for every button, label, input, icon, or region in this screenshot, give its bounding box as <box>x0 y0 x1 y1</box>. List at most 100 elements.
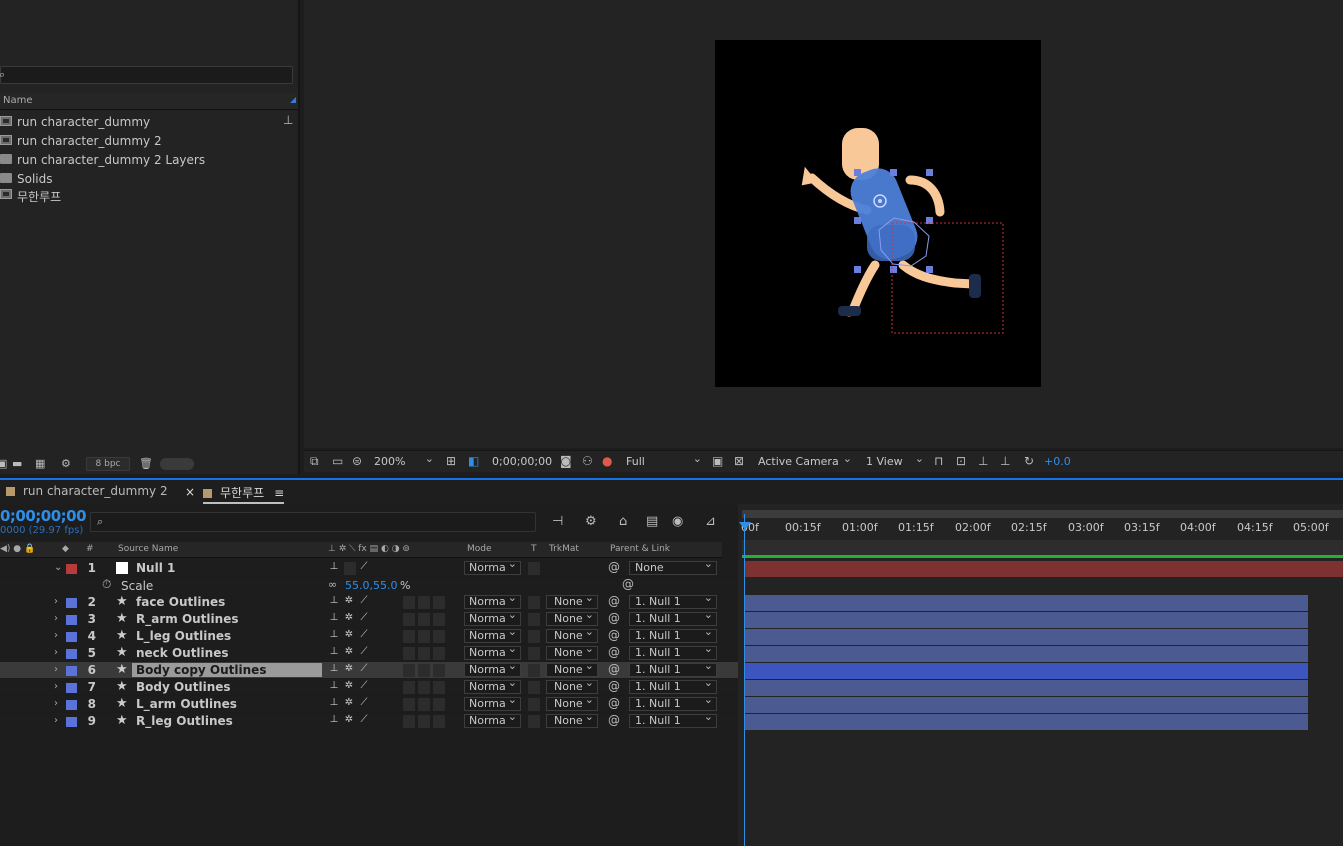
switch-box[interactable] <box>403 681 415 694</box>
parent-dropdown[interactable]: 1. Null 1 <box>629 643 717 660</box>
quality-icon[interactable]: ⟋ <box>357 697 371 711</box>
viewer-timecode[interactable]: 0;00;00;00 <box>492 454 552 470</box>
project-search-input[interactable]: ⌕ <box>0 66 293 84</box>
layer-duration-bar[interactable] <box>745 697 1308 713</box>
parent-dropdown[interactable]: 1. Null 1 <box>629 677 717 694</box>
work-area-bar[interactable] <box>742 510 1343 518</box>
pick-whip-icon[interactable]: @ <box>608 696 620 710</box>
vr-headset-icon[interactable]: ⊜ <box>352 454 362 470</box>
expression-pick-whip-icon[interactable]: @ <box>622 577 634 591</box>
shy-icon[interactable]: ⊥ <box>327 714 341 728</box>
tab-run-character-dummy-2[interactable]: run character_dummy 2 <box>6 484 168 502</box>
switch-box[interactable] <box>433 664 445 677</box>
property-row-scale[interactable]: ⏱ Scale ∞ 55.0,55.0 % @ <box>0 577 738 594</box>
switch-box[interactable] <box>403 698 415 711</box>
pick-whip-icon[interactable]: @ <box>608 594 620 608</box>
blend-mode-dropdown[interactable]: Norma <box>464 711 521 728</box>
layer-duration-bar[interactable] <box>745 680 1308 696</box>
collapse-icon[interactable]: ⌄ <box>54 562 62 573</box>
parent-dropdown[interactable]: 1. Null 1 <box>629 711 717 728</box>
layer-row[interactable]: ›8★L_arm Outlines⊥✲⟋NormaNone@1. Null 1 <box>0 694 738 713</box>
pick-whip-icon[interactable]: @ <box>608 628 620 642</box>
label-color-swatch[interactable] <box>66 649 77 659</box>
exposure-value[interactable]: +0.0 <box>1044 454 1071 470</box>
label-color-swatch[interactable] <box>66 615 77 625</box>
label-color-swatch[interactable] <box>66 683 77 693</box>
switch-box[interactable] <box>403 596 415 609</box>
label-color-swatch[interactable] <box>66 598 77 608</box>
track-matte-dropdown[interactable]: None <box>546 677 598 694</box>
collapse-transform-icon[interactable]: ✲ <box>342 646 356 660</box>
switch-box[interactable] <box>433 613 445 626</box>
scale-value[interactable]: 55.0,55.0 <box>345 579 397 592</box>
current-time-indicator[interactable] <box>744 514 745 846</box>
av-features-icon[interactable]: ◀) ● 🔒 <box>0 544 35 554</box>
track-matte-header[interactable]: TrkMat <box>549 544 579 554</box>
camera-dropdown[interactable]: Active Camera <box>758 451 854 470</box>
fit-icon[interactable]: ⊞ <box>446 454 456 470</box>
track-matte-dropdown[interactable]: None <box>546 609 598 626</box>
shy-icon[interactable]: ⊥ <box>327 680 341 694</box>
motion-blur-icon[interactable]: ◉ <box>672 514 683 529</box>
collapse-transform-icon[interactable]: ✲ <box>342 595 356 609</box>
blend-mode-dropdown[interactable]: Norma <box>464 660 521 677</box>
expand-icon[interactable]: › <box>54 698 58 709</box>
switch-box[interactable] <box>433 698 445 711</box>
parent-dropdown[interactable]: 1. Null 1 <box>629 609 717 626</box>
expand-icon[interactable]: › <box>54 613 58 624</box>
label-color-swatch[interactable] <box>66 700 77 710</box>
preserve-transparency-checkbox[interactable] <box>528 562 540 575</box>
reset-exposure-icon[interactable]: ↻ <box>1024 454 1034 470</box>
expand-icon[interactable]: › <box>54 630 58 641</box>
expand-icon[interactable]: › <box>54 596 58 607</box>
pick-whip-icon[interactable]: @ <box>608 560 620 574</box>
project-column-header[interactable]: Name <box>0 94 298 110</box>
switch-box[interactable] <box>418 681 430 694</box>
preserve-transparency-checkbox[interactable] <box>528 647 540 660</box>
new-composition-icon[interactable]: ▦ <box>35 457 45 470</box>
blend-mode-dropdown[interactable]: Norma <box>464 592 521 609</box>
pick-whip-icon[interactable]: @ <box>608 679 620 693</box>
layer-row[interactable]: ›4★L_leg Outlines⊥✲⟋NormaNone@1. Null 1 <box>0 626 738 645</box>
layer-row-selected[interactable]: ›6★Body copy Outlines⊥✲⟋NormaNone@1. Nul… <box>0 660 738 679</box>
track-matte-dropdown[interactable]: None <box>546 711 598 728</box>
switch-box[interactable] <box>403 664 415 677</box>
panel-menu-icon[interactable]: ≡ <box>274 486 284 500</box>
show-snapshot-icon[interactable]: ⚇ <box>582 454 593 470</box>
color-channels-icon[interactable]: ● <box>602 454 612 470</box>
layer-duration-bar[interactable] <box>745 629 1308 645</box>
label-color-swatch[interactable] <box>66 564 77 574</box>
quality-icon[interactable]: ⟋ <box>357 561 371 575</box>
layer-duration-bar[interactable] <box>745 646 1308 662</box>
timeline-icon[interactable]: ⊥ <box>978 454 988 470</box>
pick-whip-icon[interactable]: @ <box>608 662 620 676</box>
current-time-display[interactable]: 0;00;00;00 <box>0 507 87 525</box>
switch-box[interactable] <box>433 647 445 660</box>
shy-icon[interactable]: ⊥ <box>327 595 341 609</box>
layer-duration-bar[interactable] <box>745 561 1343 577</box>
interpret-footage-icon[interactable]: ▣ <box>0 457 7 470</box>
shy-icon[interactable]: ⊥ <box>327 612 341 626</box>
switch-box[interactable] <box>418 715 430 728</box>
graph-editor-icon[interactable]: ⊿ <box>705 514 716 529</box>
switch-box[interactable] <box>403 613 415 626</box>
quality-icon[interactable]: ⟋ <box>357 629 371 643</box>
always-preview-icon[interactable]: ⧉ <box>310 454 319 470</box>
playhead-icon[interactable] <box>739 522 751 530</box>
expand-icon[interactable]: › <box>54 715 58 726</box>
collapse-transform-icon[interactable]: ✲ <box>342 680 356 694</box>
timeline-search-input[interactable]: ⌕ <box>90 512 536 532</box>
shy-icon[interactable]: ⊥ <box>327 646 341 660</box>
collapse-transform-icon[interactable]: ✲ <box>342 612 356 626</box>
switch-box[interactable] <box>433 681 445 694</box>
layer-duration-bar[interactable] <box>745 595 1308 611</box>
blend-mode-dropdown[interactable]: Norma <box>464 558 521 575</box>
camera-snapshot-icon[interactable]: ◙ <box>560 454 572 470</box>
switch-box[interactable] <box>433 715 445 728</box>
switch-box[interactable] <box>418 647 430 660</box>
layer-duration-bar-selected[interactable] <box>745 663 1308 679</box>
collapse-transform-icon[interactable]: ✲ <box>342 629 356 643</box>
quality-icon[interactable]: ⟋ <box>357 663 371 677</box>
trash-icon[interactable]: 🗑 <box>139 457 153 470</box>
expand-icon[interactable]: › <box>54 681 58 692</box>
